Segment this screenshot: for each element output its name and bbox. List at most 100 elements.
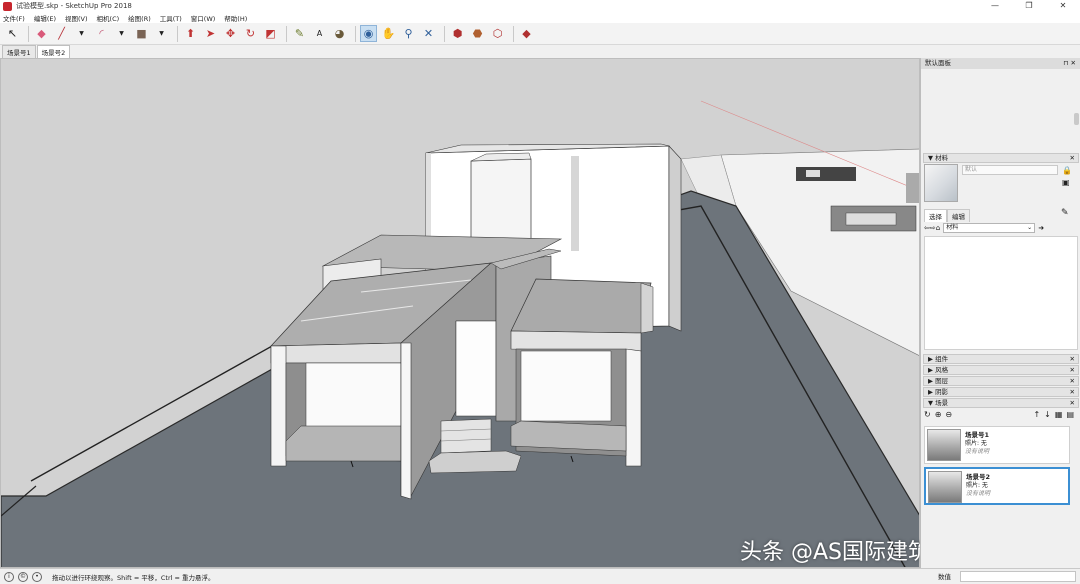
tab-edit[interactable]: 编辑 (947, 209, 970, 222)
collapse-icon: ▼ (928, 154, 936, 162)
warehouse-icon[interactable]: ⬢ (449, 25, 466, 42)
section-label: 组件 (935, 355, 949, 363)
text-tool-icon[interactable]: A (311, 25, 328, 42)
scene-tab-2[interactable]: 场景号2 (36, 45, 71, 58)
follow-me-tool-icon[interactable]: ➤ (202, 25, 219, 42)
zoom-extents-tool-icon[interactable]: ✕ (420, 25, 437, 42)
update-scene-icon[interactable]: ↻ (924, 410, 931, 419)
geo-location-icon[interactable]: i (4, 571, 14, 582)
layers-section-header[interactable]: ▶ 图层 ✕ (923, 376, 1079, 386)
scene-tabs-bar: 场景号1 场景号2 (0, 45, 920, 58)
extension-manager-icon[interactable]: ◆ (518, 25, 535, 42)
menu-camera[interactable]: 相机(C) (97, 13, 120, 23)
toolbar-separator (177, 25, 178, 42)
plan-drawing-shape (906, 173, 919, 203)
menu-tools[interactable]: 工具(T) (160, 13, 182, 23)
section-label: 阴影 (935, 388, 949, 396)
toolbar-separator (28, 25, 29, 42)
minimize-button[interactable]: — (978, 0, 1012, 12)
pan-tool-icon[interactable]: ✋ (380, 25, 397, 42)
orbit-tool-icon[interactable]: ◉ (360, 25, 377, 42)
sketchup-app-icon (3, 1, 12, 11)
move-up-icon[interactable]: ↑ (1033, 410, 1040, 419)
close-icon[interactable]: ✕ (1070, 366, 1075, 374)
collapse-icon: ▼ (928, 399, 936, 407)
measurements-input[interactable] (960, 571, 1076, 582)
restore-button[interactable]: ❐ (1012, 0, 1046, 12)
paint-bucket-tool-icon[interactable]: ◕ (331, 25, 348, 42)
scenes-section-header[interactable]: ▼ 场景 ✕ (923, 398, 1079, 408)
line-tool-icon[interactable]: ╱ (53, 25, 70, 42)
menu-draw[interactable]: 绘图(R) (128, 13, 151, 23)
close-icon[interactable]: ✕ (1070, 377, 1075, 385)
right-block-window (520, 350, 612, 422)
select-tool-icon[interactable]: ↖ (4, 25, 21, 42)
material-name-field[interactable]: 默认 (962, 165, 1058, 175)
menu-edit[interactable]: 编辑(E) (34, 13, 56, 23)
right-block-side (640, 282, 654, 334)
details-arrow-icon[interactable]: ➜ (1038, 224, 1044, 232)
section-label: 风格 (935, 366, 949, 374)
tape-measure-tool-icon[interactable]: ✎ (291, 25, 308, 42)
home-icon[interactable]: ⌂ (936, 224, 940, 232)
scene-card-2[interactable]: 场景号2 照片: 无 没有说明 (924, 467, 1070, 505)
move-tool-icon[interactable]: ✥ (222, 25, 239, 42)
line-dropdown-icon[interactable]: ▼ (73, 25, 90, 42)
eraser-tool-icon[interactable]: ◆ (33, 25, 50, 42)
materials-header-label: 材料 (935, 154, 949, 162)
menu-window[interactable]: 窗口(W) (191, 13, 216, 23)
model-viewport[interactable] (0, 58, 920, 568)
zoom-tool-icon[interactable]: ⚲ (400, 25, 417, 42)
materials-tabs: 选择 编辑 (924, 209, 970, 222)
details-icon[interactable]: ▤ (1066, 410, 1074, 419)
arc-tool-icon[interactable]: ◜ (93, 25, 110, 42)
close-button[interactable]: ✕ (1046, 0, 1080, 12)
styles-section-header[interactable]: ▶ 风格 ✕ (923, 365, 1079, 375)
shape-dropdown-icon[interactable]: ▼ (153, 25, 170, 42)
remove-scene-icon[interactable]: ⊖ (945, 410, 952, 419)
library-dropdown-value: 材料 (946, 224, 959, 231)
push-pull-tool-icon[interactable]: ⬆ (182, 25, 199, 42)
expand-icon: ▶ (928, 355, 936, 363)
close-icon[interactable]: ✕ (1070, 355, 1075, 363)
default-tray: 默认面板 ⊓ ✕ ▼ 材料 ✕ 默认 🔒 ▣ 选择 编辑 ✎ ⇦ ⇨ ⌂ 材料 … (920, 58, 1080, 568)
library-dropdown[interactable]: 材料 ⌄ (943, 223, 1036, 233)
scene-tab-1[interactable]: 场景号1 (2, 45, 36, 58)
view-options-icon[interactable]: ▦ (1055, 410, 1063, 419)
rotate-tool-icon[interactable]: ↻ (242, 25, 259, 42)
shadows-section-header[interactable]: ▶ 阴影 ✕ (923, 387, 1079, 397)
arc-dropdown-icon[interactable]: ▼ (113, 25, 130, 42)
close-icon[interactable]: ✕ (1070, 154, 1075, 162)
extension-warehouse-icon[interactable]: ⬣ (469, 25, 486, 42)
scale-tool-icon[interactable]: ◩ (262, 25, 279, 42)
material-lock-icon[interactable]: 🔒 (1062, 165, 1072, 177)
credits-icon[interactable]: © (18, 571, 28, 582)
close-icon[interactable]: ✕ (1070, 388, 1075, 396)
plan-drawing-shape (845, 212, 897, 226)
close-icon[interactable]: ✕ (1070, 399, 1075, 407)
tab-select[interactable]: 选择 (924, 209, 947, 222)
create-material-icon[interactable]: ▣ (1062, 177, 1072, 189)
pin-icon[interactable]: ⊓ ✕ (1063, 58, 1076, 69)
menu-help[interactable]: 帮助(H) (224, 13, 247, 23)
menu-view[interactable]: 视图(V) (65, 13, 88, 23)
rectangle-tool-icon[interactable]: ■ (133, 25, 150, 42)
eyedropper-icon[interactable]: ✎ (1061, 208, 1069, 218)
corridor-wall-face (455, 320, 497, 417)
section-label: 图层 (935, 377, 949, 385)
share-model-icon[interactable]: ⬡ (489, 25, 506, 42)
move-down-icon[interactable]: ↓ (1044, 410, 1051, 419)
menu-file[interactable]: 文件(F) (3, 13, 25, 23)
scene-card-1[interactable]: 场景号1 照片: 无 没有说明 (924, 426, 1070, 464)
right-block-lintel (510, 330, 642, 352)
components-section-header[interactable]: ▶ 组件 ✕ (923, 354, 1079, 364)
status-bar: i © • 拖动以进行环绕观察。Shift = 平移，Ctrl = 重力悬浮。 … (0, 568, 1080, 584)
materials-section-header[interactable]: ▼ 材料 ✕ (923, 153, 1079, 163)
tray-scrollbar[interactable] (1074, 113, 1079, 125)
add-scene-icon[interactable]: ⊕ (935, 410, 942, 419)
window-title: 试验模型.skp - SketchUp Pro 2018 (16, 2, 132, 10)
user-icon[interactable]: • (32, 571, 42, 582)
scene-thumbnail (928, 471, 962, 503)
toolbar-separator (355, 25, 356, 42)
material-swatch-area[interactable] (924, 236, 1078, 350)
